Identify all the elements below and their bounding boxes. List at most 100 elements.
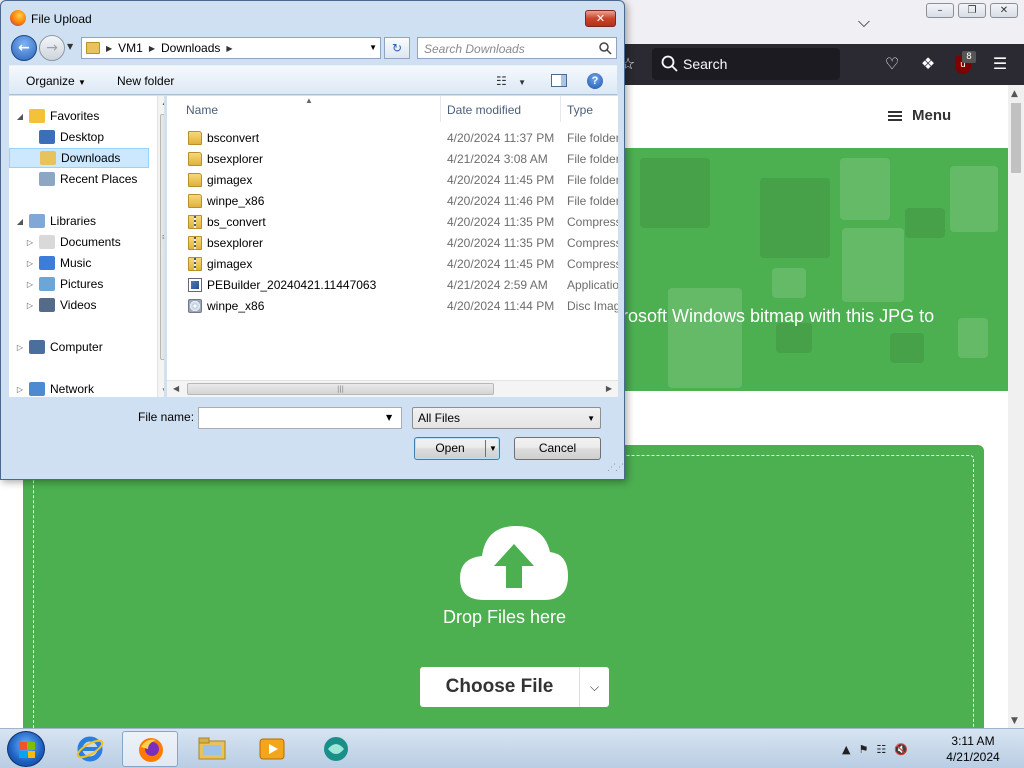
- column-header-name[interactable]: Name: [186, 103, 218, 117]
- resize-gripper-icon[interactable]: ⋰⋰: [607, 463, 624, 473]
- column-header-type[interactable]: Type: [567, 103, 593, 117]
- browser-search-box[interactable]: Search: [652, 48, 840, 80]
- volume-muted-icon[interactable]: 🔇: [894, 743, 908, 756]
- taskbar-app[interactable]: [308, 731, 364, 767]
- taskbar-media-player[interactable]: [244, 731, 300, 767]
- column-divider[interactable]: [560, 96, 561, 122]
- font-file-decoration-icon: [958, 318, 988, 358]
- action-center-flag-icon[interactable]: ⚑: [858, 743, 868, 756]
- file-name-history-chevron-icon[interactable]: ▼: [386, 413, 392, 422]
- refresh-button[interactable]: ↻: [384, 37, 410, 59]
- column-header-date-modified[interactable]: Date modified: [447, 103, 521, 117]
- file-type-select[interactable]: All Files ▼: [412, 407, 601, 429]
- network-icon: [29, 382, 45, 396]
- back-arrow-button[interactable]: ←: [11, 35, 37, 61]
- nav-item-documents[interactable]: ▷ Documents: [9, 232, 149, 252]
- taskbar-clock[interactable]: 3:11 AM 4/21/2024: [934, 733, 1012, 765]
- preview-pane-icon[interactable]: [551, 74, 567, 87]
- organize-button[interactable]: Organize ▼: [26, 74, 86, 88]
- cancel-button[interactable]: Cancel: [514, 437, 601, 460]
- search-downloads-box[interactable]: Search Downloads: [417, 37, 617, 59]
- change-view-button[interactable]: ☷ ▼: [496, 74, 526, 88]
- app-menu-icon[interactable]: ☰: [990, 54, 1010, 74]
- chevron-down-icon[interactable]: ⌵: [579, 667, 609, 707]
- nav-item-downloads[interactable]: Downloads: [9, 148, 149, 168]
- file-row[interactable]: bs_convert 4/20/2024 11:35 PM Compress: [167, 212, 618, 233]
- breadcrumb-separator-icon[interactable]: ▶: [106, 44, 112, 53]
- expand-toggle-icon[interactable]: ▷: [15, 343, 25, 352]
- taskbar-internet-explorer[interactable]: [62, 731, 118, 767]
- scroll-down-arrow-icon[interactable]: ▼: [161, 386, 164, 395]
- expand-toggle-icon[interactable]: ▷: [25, 301, 35, 310]
- list-all-tabs-chevron-icon[interactable]: ⌵: [852, 10, 876, 34]
- file-type: Compress: [567, 257, 618, 271]
- file-row[interactable]: bsconvert 4/20/2024 11:37 PM File folder: [167, 128, 618, 149]
- navigation-pane-scrollbar[interactable]: ▲ ≡ ▼: [157, 96, 164, 397]
- expand-toggle-icon[interactable]: ▷: [15, 385, 25, 394]
- scroll-up-arrow-icon[interactable]: ▲: [1011, 89, 1018, 99]
- file-date-modified: 4/21/2024 3:08 AM: [447, 152, 548, 166]
- scroll-up-arrow-icon[interactable]: ▲: [161, 98, 164, 107]
- file-row[interactable]: winpe_x86 4/20/2024 11:44 PM Disc Imag: [167, 296, 618, 317]
- nav-item-favorites[interactable]: ◢ Favorites: [9, 106, 149, 126]
- page-scroll-thumb[interactable]: [1011, 103, 1021, 173]
- dialog-close-button[interactable]: ✕: [585, 10, 616, 27]
- file-row[interactable]: gimagex 4/20/2024 11:45 PM File folder: [167, 170, 618, 191]
- dialog-navigation-bar: ← → ▼ ▶ VM1 ▶ Downloads ▶ ▼ ↻ Search Dow…: [9, 33, 617, 61]
- expand-toggle-icon[interactable]: ◢: [15, 217, 25, 226]
- pocket-icon[interactable]: ♡: [882, 54, 902, 74]
- expand-toggle-icon[interactable]: ◢: [15, 112, 25, 121]
- minimize-button[interactable]: –: [926, 3, 954, 18]
- recent-locations-chevron-icon[interactable]: ▼: [67, 42, 73, 51]
- nav-item-recent-places[interactable]: Recent Places: [9, 169, 149, 189]
- column-divider[interactable]: [440, 96, 441, 122]
- forward-arrow-button[interactable]: →: [39, 35, 65, 61]
- new-folder-button[interactable]: New folder: [117, 74, 174, 88]
- pdf-file-decoration-icon: [842, 228, 904, 302]
- address-history-chevron-icon[interactable]: ▼: [369, 43, 377, 52]
- show-hidden-icons-chevron-icon[interactable]: ▲: [842, 743, 850, 756]
- choose-file-button[interactable]: Choose File ⌵: [420, 667, 609, 707]
- extensions-puzzle-icon[interactable]: ❖: [918, 54, 938, 74]
- expand-toggle-icon[interactable]: ▷: [25, 238, 35, 247]
- dialog-titlebar[interactable]: File Upload ✕: [1, 1, 624, 33]
- nav-item-network[interactable]: ▷ Network: [9, 379, 149, 397]
- expand-toggle-icon[interactable]: ▷: [25, 259, 35, 268]
- horizontal-scroll-thumb[interactable]: |||: [187, 383, 494, 395]
- nav-item-computer[interactable]: ▷ Computer: [9, 337, 149, 357]
- breadcrumb-separator-icon[interactable]: ▶: [149, 44, 155, 53]
- open-button[interactable]: Open ▼: [414, 437, 500, 460]
- nav-item-pictures[interactable]: ▷ Pictures: [9, 274, 149, 294]
- help-icon[interactable]: ?: [587, 73, 603, 89]
- breadcrumb-separator-icon[interactable]: ▶: [226, 44, 232, 53]
- address-bar[interactable]: ▶ VM1 ▶ Downloads ▶ ▼: [81, 37, 381, 59]
- open-options-chevron-icon[interactable]: ▼: [489, 438, 497, 459]
- taskbar-firefox[interactable]: [122, 731, 178, 767]
- nav-item-videos[interactable]: ▷ Videos: [9, 295, 149, 315]
- file-row[interactable]: gimagex 4/20/2024 11:45 PM Compress: [167, 254, 618, 275]
- file-row[interactable]: PEBuilder_20240421.11447063 4/21/2024 2:5…: [167, 275, 618, 296]
- close-window-button[interactable]: ✕: [990, 3, 1018, 18]
- taskbar-file-explorer[interactable]: [184, 731, 240, 767]
- file-row[interactable]: bsexplorer 4/20/2024 11:35 PM Compress: [167, 233, 618, 254]
- nav-item-music[interactable]: ▷ Music: [9, 253, 149, 273]
- scroll-down-arrow-icon[interactable]: ▼: [1011, 716, 1018, 726]
- nav-item-desktop[interactable]: Desktop: [9, 127, 149, 147]
- nav-item-libraries[interactable]: ◢ Libraries: [9, 211, 149, 231]
- file-row[interactable]: winpe_x86 4/20/2024 11:46 PM File folder: [167, 191, 618, 212]
- scroll-left-arrow-icon[interactable]: ◀: [173, 384, 179, 393]
- page-scrollbar[interactable]: ▲ ▼: [1008, 85, 1024, 728]
- breadcrumb-downloads[interactable]: Downloads: [161, 41, 220, 55]
- file-drop-zone[interactable]: Drop Files here Choose File ⌵: [23, 445, 984, 728]
- expand-toggle-icon[interactable]: ▷: [25, 280, 35, 289]
- breadcrumb-vm1[interactable]: VM1: [118, 41, 143, 55]
- file-list-horizontal-scrollbar[interactable]: ◀ ||| ▶: [167, 380, 618, 397]
- scroll-right-arrow-icon[interactable]: ▶: [606, 384, 612, 393]
- file-row[interactable]: bsexplorer 4/21/2024 3:08 AM File folder: [167, 149, 618, 170]
- restore-button[interactable]: ❐: [958, 3, 986, 18]
- site-menu-button[interactable]: Menu: [888, 107, 951, 124]
- file-name-input[interactable]: [198, 407, 402, 429]
- start-button[interactable]: [7, 731, 45, 767]
- star-icon: [29, 109, 45, 123]
- network-icon[interactable]: ☷: [876, 743, 886, 756]
